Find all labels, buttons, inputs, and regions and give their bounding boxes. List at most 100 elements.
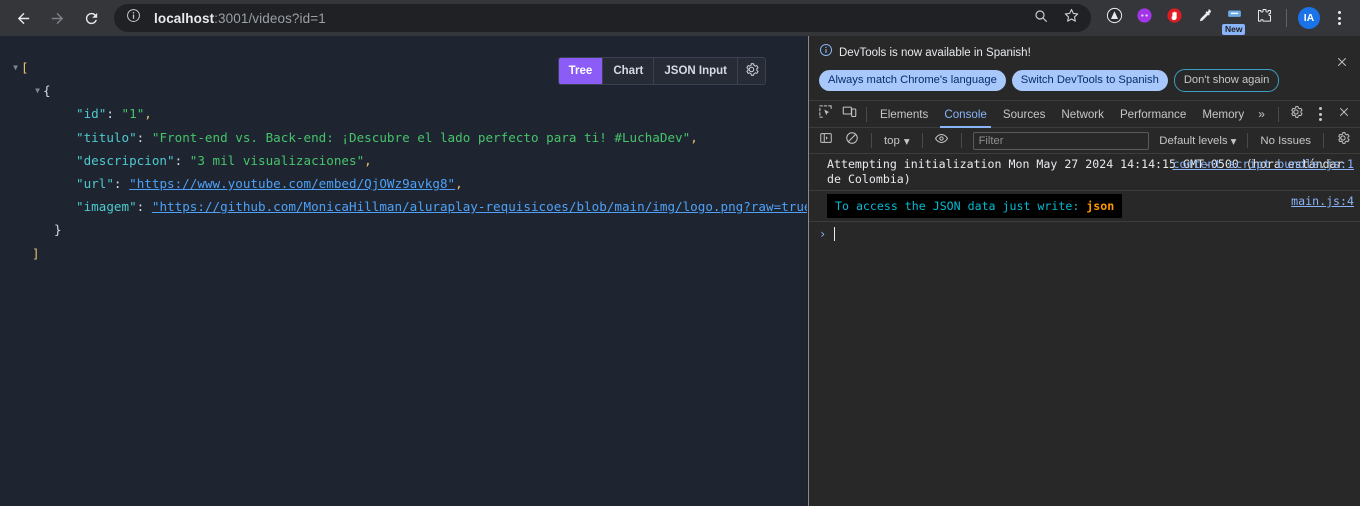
collapse-triangle-root[interactable]: ▼ (10, 56, 21, 79)
devtools-panel: DevTools is now available in Spanish! Al… (808, 36, 1360, 506)
context-label: top (884, 134, 900, 147)
json-key-titulo: "titulo" (76, 129, 137, 145)
json-key-imagem: "imagem" (76, 199, 137, 215)
switch-devtools-spanish-button[interactable]: Switch DevTools to Spanish (1011, 70, 1168, 92)
console-context-selector[interactable]: top ▾ (879, 134, 915, 148)
search-icon (1033, 8, 1049, 29)
forward-button[interactable] (43, 4, 71, 32)
devtools-close-button[interactable] (1332, 102, 1356, 126)
site-info-button[interactable] (122, 7, 144, 29)
back-arrow-icon (15, 10, 32, 27)
back-button[interactable] (9, 4, 37, 32)
tab-elements[interactable]: Elements (872, 101, 936, 128)
json-row-object-open: ▼ { (10, 79, 807, 102)
json-colon: : (136, 129, 145, 145)
issues-counter[interactable]: No Issues (1255, 135, 1316, 147)
close-icon (1336, 55, 1348, 72)
console-prompt[interactable]: › (809, 222, 1360, 246)
address-bar[interactable]: localhost:3001/videos?id=1 (114, 4, 1091, 32)
console-log-source-2[interactable]: main.js:4 (1291, 194, 1354, 209)
tab-network[interactable]: Network (1053, 101, 1112, 128)
notice-close-button[interactable] (1334, 56, 1350, 72)
url-text[interactable]: localhost:3001/videos?id=1 (144, 11, 1027, 26)
tab-sources[interactable]: Sources (995, 101, 1054, 128)
json-value-titulo: "Front-end vs. Back-end: ¡Descubre el la… (151, 129, 691, 145)
devtools-more-options-button[interactable] (1308, 102, 1332, 126)
log-levels-selector[interactable]: Default levels ▾ (1155, 134, 1240, 148)
console-output[interactable]: Attempting initialization Mon May 27 202… (809, 154, 1360, 506)
json-value-descripcion: "3 mil visualizaciones" (189, 152, 365, 168)
json-value-url-link[interactable]: "https://www.youtube.com/embed/QjOWz9avk… (129, 172, 455, 195)
json-row-root-close: ] (10, 242, 807, 265)
tab-console[interactable]: Console (936, 101, 995, 128)
reload-button[interactable] (77, 4, 105, 32)
browser-toolbar: localhost:3001/videos?id=1 New IA (0, 0, 1360, 36)
json-key-url: "url" (76, 175, 114, 191)
omnibox-search-button[interactable] (1027, 4, 1055, 32)
json-colon: : (113, 175, 122, 191)
devtools-language-notice: DevTools is now available in Spanish! Al… (809, 36, 1360, 102)
more-tabs-button[interactable]: » (1252, 107, 1271, 121)
dont-show-again-button[interactable]: Don't show again (1173, 69, 1280, 93)
json-row-imagem: "imagem": "https://github.com/MonicaHill… (10, 195, 807, 218)
extension-eyedropper-button[interactable] (1189, 3, 1219, 33)
filter-input[interactable] (972, 131, 1150, 150)
console-sidebar-toggle-button[interactable] (814, 129, 838, 153)
json-comma: , (690, 129, 698, 145)
notice-message-row: DevTools is now available in Spanish! (819, 43, 1350, 62)
console-toolbar: top ▾ Default levels ▾ No Issues (809, 128, 1360, 155)
extension-red-hand-button[interactable] (1159, 3, 1189, 33)
forward-arrow-icon (49, 10, 66, 27)
adblock-icon (1106, 7, 1123, 29)
json-comma: , (364, 152, 372, 168)
page-content-json-viewer: Tree Chart JSON Input ▼ [ ▼ {"id": "1"… (0, 36, 807, 506)
json-key-id: "id" (76, 106, 107, 122)
bookmark-button[interactable] (1057, 4, 1085, 32)
console-log-text-2: To access the JSON data just write: (835, 199, 1087, 214)
console-toolbar-divider-3 (960, 133, 962, 149)
live-expression-icon (934, 131, 949, 151)
devtools-tabbar: Elements Console Sources Network Perform… (809, 101, 1360, 129)
tab-memory[interactable]: Memory (1194, 101, 1252, 128)
notice-buttons-row: Always match Chrome's language Switch De… (819, 69, 1350, 93)
devtools-settings-button[interactable] (1284, 102, 1308, 126)
devtools-tab-divider (866, 106, 867, 122)
console-toolbar-divider-5 (1323, 133, 1324, 149)
extensions-puzzle-button[interactable] (1249, 3, 1279, 33)
tab-performance[interactable]: Performance (1112, 101, 1194, 128)
console-log-source-1[interactable]: content script bundle.js:1 (1173, 157, 1354, 172)
close-icon (1338, 105, 1350, 123)
json-comma: , (455, 175, 463, 191)
live-expression-button[interactable] (930, 129, 954, 153)
toolbar-divider (1286, 9, 1287, 27)
info-circle-icon (126, 8, 141, 28)
collapse-triangle-object[interactable]: ▼ (32, 79, 43, 102)
inspect-element-button[interactable] (813, 102, 837, 126)
json-colon: : (106, 106, 114, 122)
json-row-id: "id": "1", (10, 102, 807, 125)
json-value-imagem-link[interactable]: "https://github.com/MonicaHillman/alurap… (152, 195, 807, 218)
browser-menu-button[interactable] (1324, 3, 1354, 33)
extension-purple-button[interactable] (1129, 3, 1159, 33)
prompt-caret-icon: › (819, 227, 827, 242)
log-levels-label: Default levels (1159, 134, 1228, 147)
console-styled-message: To access the JSON data just write: json (827, 194, 1123, 219)
inspect-element-icon (818, 104, 833, 124)
json-row-object-close: } (10, 218, 807, 241)
console-sidebar-icon (819, 131, 833, 150)
devtools-tab-divider-2 (1278, 106, 1279, 122)
url-host: localhost (154, 10, 215, 26)
profile-button[interactable]: IA (1294, 3, 1324, 33)
eyedropper-icon (1196, 7, 1213, 29)
always-match-language-button[interactable]: Always match Chrome's language (819, 70, 1006, 92)
console-settings-button[interactable] (1331, 129, 1355, 153)
device-toolbar-icon (842, 104, 857, 124)
clear-console-button[interactable] (840, 129, 864, 153)
kebab-menu-icon (1337, 11, 1341, 25)
console-toolbar-divider-4 (1247, 133, 1249, 149)
text-cursor (834, 227, 836, 242)
extension-adblock-button[interactable] (1099, 3, 1129, 33)
json-row-titulo: "titulo": "Front-end vs. Back-end: ¡Desc… (10, 126, 807, 149)
extension-new-button[interactable]: New (1219, 3, 1249, 35)
device-toolbar-button[interactable] (837, 102, 861, 126)
